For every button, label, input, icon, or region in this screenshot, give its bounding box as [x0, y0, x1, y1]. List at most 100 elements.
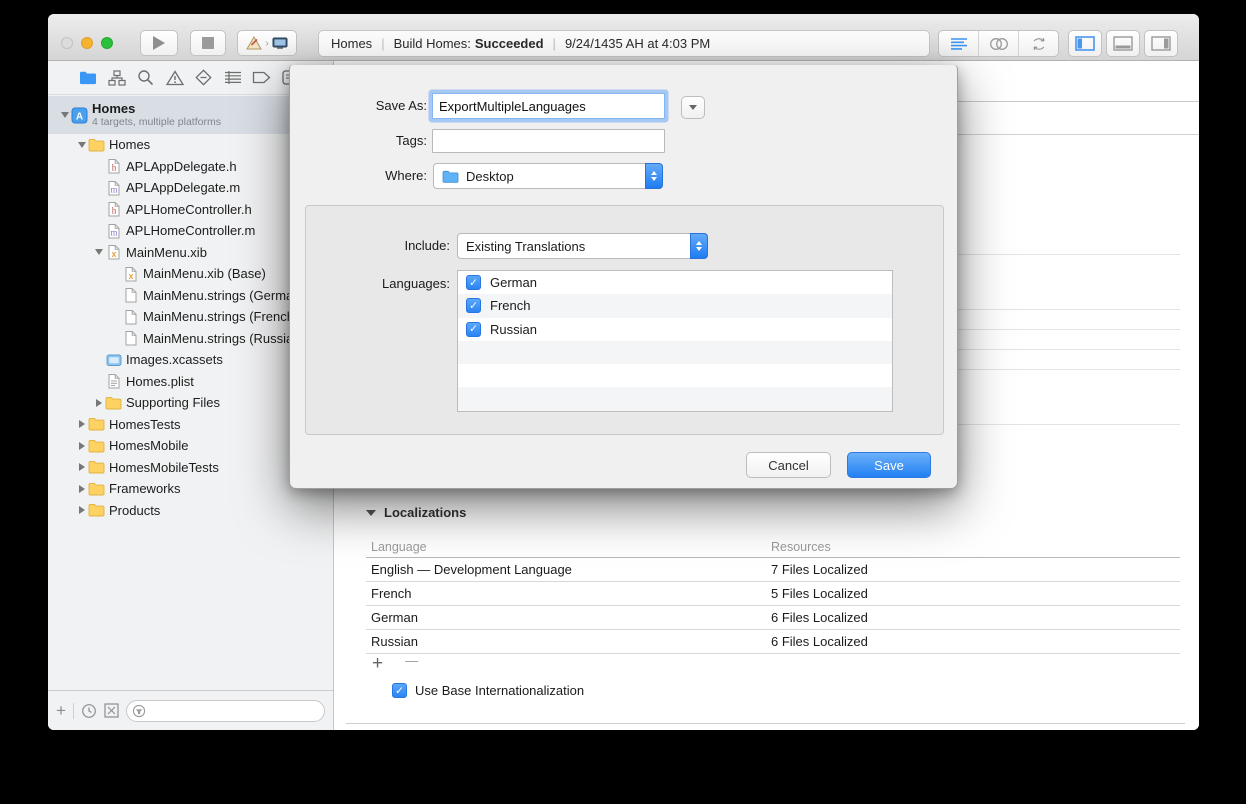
svg-text:m: m: [110, 184, 117, 194]
where-popup[interactable]: Desktop: [433, 163, 663, 189]
disclosure-triangle[interactable]: [75, 420, 88, 428]
add-localization-button[interactable]: +: [372, 653, 383, 675]
language-label: German: [490, 275, 537, 290]
tree-item-label: Images.xcassets: [126, 352, 223, 367]
filter-field[interactable]: [126, 700, 325, 722]
debug-navigator-icon[interactable]: [223, 68, 242, 87]
disclosure-triangle-icon[interactable]: [366, 510, 376, 516]
tree-item-label: MainMenu.strings (German): [143, 288, 305, 303]
toggle-utilities-button[interactable]: [1144, 30, 1178, 57]
scheme-selector[interactable]: ›: [237, 30, 297, 56]
disclosure-triangle[interactable]: [75, 142, 88, 148]
status-divider: |: [381, 36, 384, 51]
disclosure-triangle[interactable]: [75, 485, 88, 493]
activity-status-bar[interactable]: Homes | Build Homes: Succeeded | 9/24/14…: [318, 30, 930, 57]
toolbar: › Homes | Build Homes: Succeeded | 9/24/…: [48, 14, 1199, 61]
version-editor-button[interactable]: [1019, 31, 1058, 56]
xcassets-icon: [105, 351, 122, 368]
disclosure-triangle[interactable]: [92, 249, 105, 255]
table-row[interactable]: Russian6 Files Localized: [366, 630, 1180, 654]
tree-item-label: Homes: [109, 137, 150, 152]
tags-input[interactable]: [432, 129, 665, 153]
symbol-navigator-icon[interactable]: [107, 68, 126, 87]
toggle-debug-area-button[interactable]: [1106, 30, 1140, 57]
minimize-window-button[interactable]: [81, 37, 93, 49]
strings-file-icon: [122, 330, 139, 347]
section-title: Localizations: [384, 505, 466, 520]
table-add-remove-controls: + —: [372, 653, 418, 675]
header-file-icon: h: [105, 201, 122, 218]
editor-mode-segmented-control: [938, 30, 1059, 57]
localizations-header[interactable]: Localizations: [366, 505, 466, 520]
standard-editor-button[interactable]: [939, 31, 979, 56]
save-button[interactable]: Save: [847, 452, 931, 478]
remove-localization-button[interactable]: —: [405, 653, 418, 675]
unsaved-files-icon[interactable]: [104, 703, 119, 718]
run-button[interactable]: [140, 30, 178, 56]
save-as-input[interactable]: [432, 93, 665, 119]
close-window-button[interactable]: [61, 37, 73, 49]
disclosure-triangle[interactable]: [75, 463, 88, 471]
filter-bar-divider: [73, 703, 74, 719]
popup-stepper-icon: [690, 233, 708, 259]
status-result: Succeeded: [475, 36, 544, 51]
stop-button[interactable]: [190, 30, 226, 56]
language-checkbox[interactable]: ✓: [466, 298, 481, 313]
table-row[interactable]: English — Development Language7 Files Lo…: [366, 558, 1180, 582]
status-time: 9/24/1435 AH at 4:03 PM: [565, 36, 710, 51]
plist-file-icon: [105, 373, 122, 390]
language-row: [458, 387, 892, 410]
disclosure-triangle[interactable]: [75, 506, 88, 514]
include-popup[interactable]: Existing Translations: [457, 233, 708, 259]
expand-sheet-button[interactable]: [681, 96, 705, 119]
standard-editor-icon: [950, 37, 968, 51]
table-row[interactable]: German6 Files Localized: [366, 606, 1180, 630]
language-label: Russian: [490, 322, 537, 337]
tree-item-label: APLAppDelegate.h: [126, 159, 237, 174]
language-row[interactable]: ✓French: [458, 294, 892, 317]
tree-item-label: APLHomeController.h: [126, 202, 252, 217]
column-header-language: Language: [366, 540, 771, 554]
breakpoint-navigator-icon[interactable]: [252, 68, 271, 87]
svg-text:x: x: [128, 271, 133, 281]
disclosure-triangle[interactable]: [75, 442, 88, 450]
tags-label: Tags:: [290, 133, 427, 148]
section-bottom-divider: [346, 723, 1185, 724]
cancel-button[interactable]: Cancel: [746, 452, 831, 478]
language-checkbox[interactable]: ✓: [466, 275, 481, 290]
tree-item-label: MainMenu.strings (Russian): [143, 331, 305, 346]
search-navigator-icon[interactable]: [136, 68, 155, 87]
recent-files-icon[interactable]: [81, 703, 97, 719]
use-base-checkbox[interactable]: ✓: [392, 683, 407, 698]
where-label: Where:: [290, 168, 427, 183]
disclosure-triangle[interactable]: [58, 112, 71, 118]
language-row[interactable]: ✓ German: [458, 271, 892, 294]
svg-text:h: h: [111, 206, 116, 216]
tree-item-label: MainMenu.strings (French): [143, 309, 298, 324]
xib-file-icon: x: [105, 244, 122, 261]
disclosure-triangle[interactable]: [92, 399, 105, 407]
filter-icon: [132, 704, 146, 718]
language-checkbox[interactable]: ✓: [466, 322, 481, 337]
languages-label: Languages:: [306, 276, 450, 291]
test-navigator-icon[interactable]: [194, 68, 213, 87]
zoom-window-button[interactable]: [101, 37, 113, 49]
svg-text:A: A: [76, 111, 83, 122]
assistant-editor-icon: [989, 37, 1009, 51]
cell-resources: 6 Files Localized: [771, 634, 1180, 649]
folder-icon: [88, 502, 105, 519]
tree-item-label: Products: [109, 503, 160, 518]
assistant-editor-button[interactable]: [979, 31, 1019, 56]
folder-icon: [105, 394, 122, 411]
add-file-button[interactable]: +: [56, 701, 66, 721]
table-row[interactable]: French5 Files Localized: [366, 582, 1180, 606]
header-file-icon: h: [105, 158, 122, 175]
issue-navigator-icon[interactable]: [165, 68, 184, 87]
tree-item[interactable]: Products: [48, 500, 333, 522]
tree-item-label: Homes: [92, 102, 221, 117]
project-navigator-icon[interactable]: [78, 68, 97, 87]
impl-file-icon: m: [105, 179, 122, 196]
toggle-navigator-button[interactable]: [1068, 30, 1102, 57]
language-row[interactable]: ✓ Russian: [458, 318, 892, 341]
tree-item-sublabel: 4 targets, multiple platforms: [92, 116, 221, 128]
